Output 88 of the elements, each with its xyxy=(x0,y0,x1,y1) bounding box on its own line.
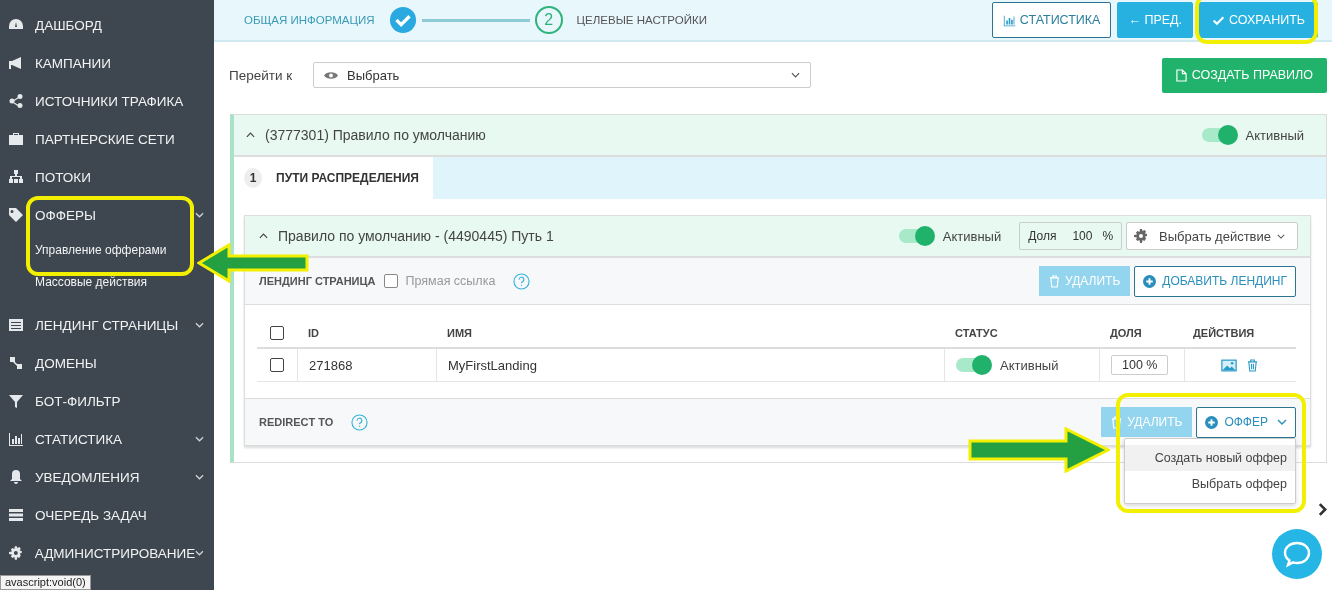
bar-chart-icon xyxy=(8,431,24,447)
chevron-icon xyxy=(195,436,204,442)
server-icon xyxy=(8,507,24,523)
toggle-switch[interactable] xyxy=(1201,128,1236,142)
toggle-switch[interactable] xyxy=(956,358,990,372)
chevron-icon xyxy=(1277,233,1285,239)
sidebar-item[interactable]: ОЧЕРЕДЬ ЗАДАЧ xyxy=(0,496,214,534)
goto-label: Перейти к xyxy=(229,67,294,83)
chat-button[interactable] xyxy=(1272,529,1322,579)
sidebar-item[interactable]: ИСТОЧНИКИ ТРАФИКА xyxy=(0,82,214,120)
sidebar-subitem[interactable]: Управление офферами xyxy=(35,234,167,266)
collapse-icon[interactable] xyxy=(259,233,268,239)
help-icon[interactable] xyxy=(351,413,369,431)
window-icon xyxy=(8,317,24,333)
speech-bubble-icon xyxy=(1282,539,1312,569)
share-icon xyxy=(8,93,24,109)
sidebar-item[interactable]: ПОТОКИ xyxy=(0,158,214,196)
column-header: ДЕЙСТВИЯ xyxy=(1193,327,1255,339)
chevron-icon xyxy=(195,474,204,480)
status-label: Активный xyxy=(1245,127,1304,143)
table-cell: 271868 xyxy=(309,357,353,373)
action-select[interactable]: Выбрать действие xyxy=(1126,222,1298,250)
filter-icon xyxy=(8,393,24,409)
column-header: ИМЯ xyxy=(447,327,472,339)
bar-chart-icon xyxy=(1002,13,1016,27)
plus-circle-icon xyxy=(1143,274,1157,288)
status-tooltip: avascript:void(0) xyxy=(0,575,91,590)
document-icon xyxy=(1175,68,1187,82)
tab[interactable]: 1 ПУТИ РАСПРЕДЕЛЕНИЯ xyxy=(234,157,433,199)
image-icon[interactable] xyxy=(1221,358,1237,372)
menu-item[interactable]: Выбрать оффер xyxy=(1125,470,1295,497)
plus-circle-icon xyxy=(1205,415,1219,429)
sidebar-item[interactable]: ДОМЕНЫ xyxy=(0,344,214,382)
sidebar-item[interactable]: БОТ-ФИЛЬТР xyxy=(0,382,214,420)
statistics-button[interactable]: СТАТИСТИКА xyxy=(991,2,1112,38)
add-landing-button[interactable]: ДОБАВИТЬ ЛЕНДИНГ xyxy=(1134,265,1296,297)
offer-button[interactable]: ОФФЕР xyxy=(1196,406,1296,438)
gear-icon xyxy=(8,545,24,561)
help-icon[interactable] xyxy=(513,272,531,290)
trash-icon xyxy=(1049,274,1061,288)
status-label: Активный xyxy=(1000,357,1059,373)
sidebar-item[interactable]: ОФФЕРЫ xyxy=(0,196,214,234)
column-header: ДОЛЯ xyxy=(1110,327,1142,339)
gear-icon xyxy=(1133,228,1150,244)
toggle-switch[interactable] xyxy=(898,229,933,243)
chevron-icon xyxy=(195,550,204,556)
rule-title: (3777301) Правило по умолчанию xyxy=(265,127,487,143)
menu-item[interactable]: Создать новый оффер xyxy=(1125,444,1295,471)
chevron-icon xyxy=(195,212,204,218)
chevron-right-icon[interactable] xyxy=(1318,502,1327,517)
collapse-icon[interactable] xyxy=(246,132,255,138)
step-number: 2 xyxy=(534,6,563,34)
sidebar-item[interactable]: ПАРТНЕРСКИЕ СЕТИ xyxy=(0,120,214,158)
goto-select[interactable]: Выбрать xyxy=(313,62,811,88)
trash-icon[interactable] xyxy=(1247,358,1258,372)
status-label: Активный xyxy=(942,228,1002,244)
column-header: ID xyxy=(308,327,319,339)
share-field[interactable]: Доля 100 % xyxy=(1019,222,1123,250)
sidebar-subitem[interactable]: Массовые действия xyxy=(35,266,148,298)
table-cell: MyFirstLanding xyxy=(448,357,537,373)
sidebar-item[interactable]: КАМПАНИИ xyxy=(0,44,214,82)
bell-icon xyxy=(8,469,24,485)
briefcase-icon xyxy=(8,131,24,147)
eye-icon xyxy=(324,70,338,80)
column-header: СТАТУС xyxy=(955,327,998,339)
chevron-icon xyxy=(195,322,204,328)
link-icon xyxy=(8,355,24,371)
step-label: ОБЩАЯ ИНФОРМАЦИЯ xyxy=(244,14,375,26)
checkbox[interactable] xyxy=(270,326,284,340)
sidebar-item[interactable]: АДМИНИСТРИРОВАНИЕ xyxy=(0,534,214,572)
step-label: ЦЕЛЕВЫЕ НАСТРОЙКИ xyxy=(576,14,707,26)
section-title: REDIRECT TO xyxy=(259,416,334,428)
checkbox-label: Прямая ссылка xyxy=(405,274,496,288)
section-title: ЛЕНДИНГ СТРАНИЦА xyxy=(259,275,376,287)
trash-icon xyxy=(1111,415,1123,429)
hierarchy-icon xyxy=(8,169,24,185)
sidebar-item[interactable]: ДАШБОРД xyxy=(0,6,214,44)
checkbox[interactable] xyxy=(383,274,398,288)
chevron-icon xyxy=(1277,419,1287,425)
megaphone-icon xyxy=(8,55,24,71)
tag-icon xyxy=(8,207,24,223)
sidebar-item[interactable]: СТАТИСТИКА xyxy=(0,420,214,458)
sidebar-item[interactable]: УВЕДОМЛЕНИЯ xyxy=(0,458,214,496)
chevron-icon xyxy=(791,72,800,78)
checkbox[interactable] xyxy=(270,358,284,372)
path-title: Правило по умолчанию - (4490445) Путь 1 xyxy=(278,228,555,244)
sidebar-item[interactable]: ЛЕНДИНГ СТРАНИЦЫ xyxy=(0,306,214,344)
share-input[interactable]: 100 % xyxy=(1111,355,1169,375)
